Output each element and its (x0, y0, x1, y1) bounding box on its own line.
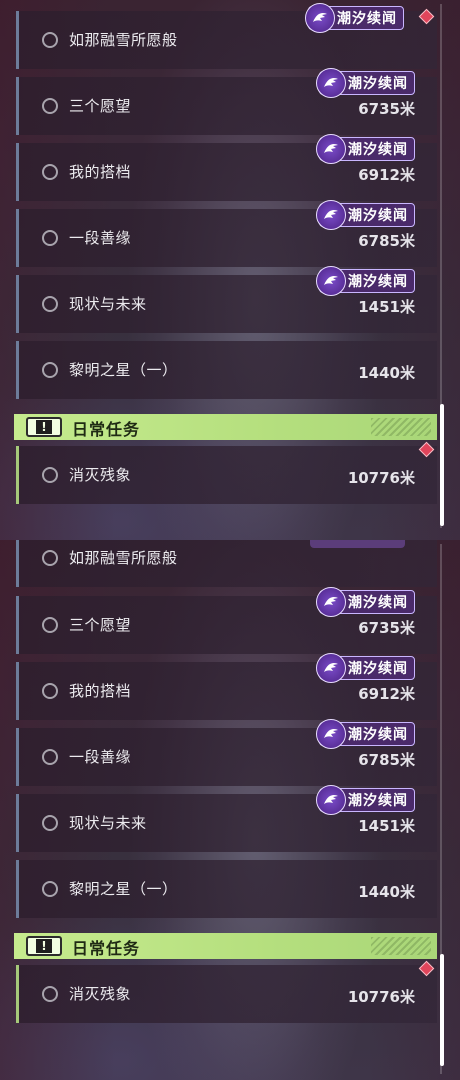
scrollbar-thumb[interactable] (440, 954, 444, 1066)
quest-title: 黎明之星（一） (69, 361, 178, 379)
quest-distance: 1440米 (358, 883, 415, 901)
quest-item[interactable]: 一段善缘 6785米 潮汐续闻 (16, 200, 437, 267)
badge-label: 潮汐续闻 (348, 142, 408, 158)
section-title: 日常任务 (72, 939, 141, 958)
badge-label: 潮汐续闻 (348, 274, 408, 290)
tidal-whispers-emblem-icon (316, 785, 346, 815)
quest-distance: 6912米 (358, 685, 415, 703)
badge-label: 潮汐续闻 (337, 11, 397, 27)
header-decoration (371, 937, 431, 955)
quest-title: 黎明之星（一） (69, 880, 178, 898)
quest-title: 如那融雪所愿般 (69, 31, 178, 49)
tidal-whispers-emblem-icon (316, 266, 346, 296)
quest-title: 消灭残象 (69, 985, 132, 1003)
badge-label: 潮汐续闻 (348, 793, 408, 809)
tidal-badge: 潮汐续闻 (316, 719, 415, 749)
tidal-badge: 潮汐续闻 (316, 653, 415, 683)
radio-icon[interactable] (42, 362, 58, 378)
tidal-whispers-emblem-icon (316, 719, 346, 749)
tidal-badge: 潮汐续闻 (316, 266, 415, 296)
quest-panel-bottom: 如那融雪所愿般 三个愿望 6735米 潮汐续闻 我的搭档 6912米 潮汐续闻 … (0, 540, 460, 1080)
badge-label: 潮汐续闻 (348, 208, 408, 224)
quest-distance: 10776米 (347, 988, 415, 1006)
quest-item[interactable]: 消灭残象 10776米 (16, 446, 437, 504)
radio-icon[interactable] (42, 550, 58, 566)
radio-icon[interactable] (42, 749, 58, 765)
tidal-badge: 潮汐续闻 (316, 785, 415, 815)
exclamation-icon: ! (26, 417, 62, 437)
header-decoration (371, 418, 431, 436)
tidal-whispers-emblem-icon (316, 200, 346, 230)
quest-title: 如那融雪所愿般 (69, 549, 178, 567)
tidal-whispers-emblem-icon (316, 653, 346, 683)
quest-distance: 6735米 (358, 619, 415, 637)
quest-item[interactable]: 三个愿望 6735米 潮汐续闻 (16, 68, 437, 135)
tidal-whispers-emblem-icon (305, 3, 335, 33)
quest-distance: 6912米 (358, 166, 415, 184)
radio-icon[interactable] (42, 683, 58, 699)
quest-item[interactable]: 一段善缘 6785米 潮汐续闻 (16, 719, 437, 786)
radio-icon[interactable] (42, 467, 58, 483)
tidal-whispers-emblem-icon (316, 68, 346, 98)
tidal-whispers-emblem-icon (316, 587, 346, 617)
quest-distance: 1451米 (358, 298, 415, 316)
radio-icon[interactable] (42, 164, 58, 180)
tidal-badge: 潮汐续闻 (305, 3, 404, 33)
quest-title: 消灭残象 (69, 466, 132, 484)
quest-title: 一段善缘 (69, 748, 132, 766)
badge-label: 潮汐续闻 (348, 727, 408, 743)
quest-distance: 6735米 (358, 100, 415, 118)
quest-title: 一段善缘 (69, 229, 132, 247)
radio-icon[interactable] (42, 230, 58, 246)
quest-title: 现状与未来 (69, 295, 147, 313)
tidal-whispers-emblem-icon (316, 134, 346, 164)
radio-icon[interactable] (42, 617, 58, 633)
quest-item[interactable]: 黎明之星（一） 1440米 (16, 341, 437, 399)
daily-quests-header[interactable]: ! 日常任务 (14, 414, 437, 440)
quest-item[interactable]: 现状与未来 1451米 潮汐续闻 (16, 785, 437, 852)
quest-item[interactable]: 黎明之星（一） 1440米 (16, 860, 437, 918)
radio-icon[interactable] (42, 815, 58, 831)
scrollbar-thumb[interactable] (440, 404, 444, 526)
quest-title: 我的搭档 (69, 682, 132, 700)
radio-icon[interactable] (42, 986, 58, 1002)
quest-item[interactable]: 我的搭档 6912米 潮汐续闻 (16, 134, 437, 201)
quest-title: 三个愿望 (69, 97, 132, 115)
quest-distance: 10776米 (347, 469, 415, 487)
radio-icon[interactable] (42, 32, 58, 48)
quest-distance: 1440米 (358, 364, 415, 382)
section-title: 日常任务 (72, 420, 141, 439)
radio-icon[interactable] (42, 881, 58, 897)
tidal-badge: 潮汐续闻 (316, 200, 415, 230)
radio-icon[interactable] (42, 98, 58, 114)
badge-remnant (310, 540, 405, 548)
exclamation-icon: ! (26, 936, 62, 956)
tidal-badge: 潮汐续闻 (316, 587, 415, 617)
tidal-badge: 潮汐续闻 (316, 134, 415, 164)
quest-distance: 6785米 (358, 751, 415, 769)
badge-label: 潮汐续闻 (348, 661, 408, 677)
quest-item[interactable]: 消灭残象 10776米 (16, 965, 437, 1023)
quest-distance: 6785米 (358, 232, 415, 250)
tidal-badge: 潮汐续闻 (316, 68, 415, 98)
badge-label: 潮汐续闻 (348, 76, 408, 92)
radio-icon[interactable] (42, 296, 58, 312)
badge-label: 潮汐续闻 (348, 595, 408, 611)
quest-title: 我的搭档 (69, 163, 132, 181)
quest-title: 三个愿望 (69, 616, 132, 634)
quest-title: 现状与未来 (69, 814, 147, 832)
quest-panel-top: 如那融雪所愿般 潮汐续闻 三个愿望 6735米 潮汐续闻 我的搭档 6912米 … (0, 0, 460, 540)
quest-distance: 1451米 (358, 817, 415, 835)
quest-item[interactable]: 三个愿望 6735米 潮汐续闻 (16, 587, 437, 654)
daily-quests-header[interactable]: ! 日常任务 (14, 933, 437, 959)
quest-item[interactable]: 现状与未来 1451米 潮汐续闻 (16, 266, 437, 333)
quest-item[interactable]: 我的搭档 6912米 潮汐续闻 (16, 653, 437, 720)
